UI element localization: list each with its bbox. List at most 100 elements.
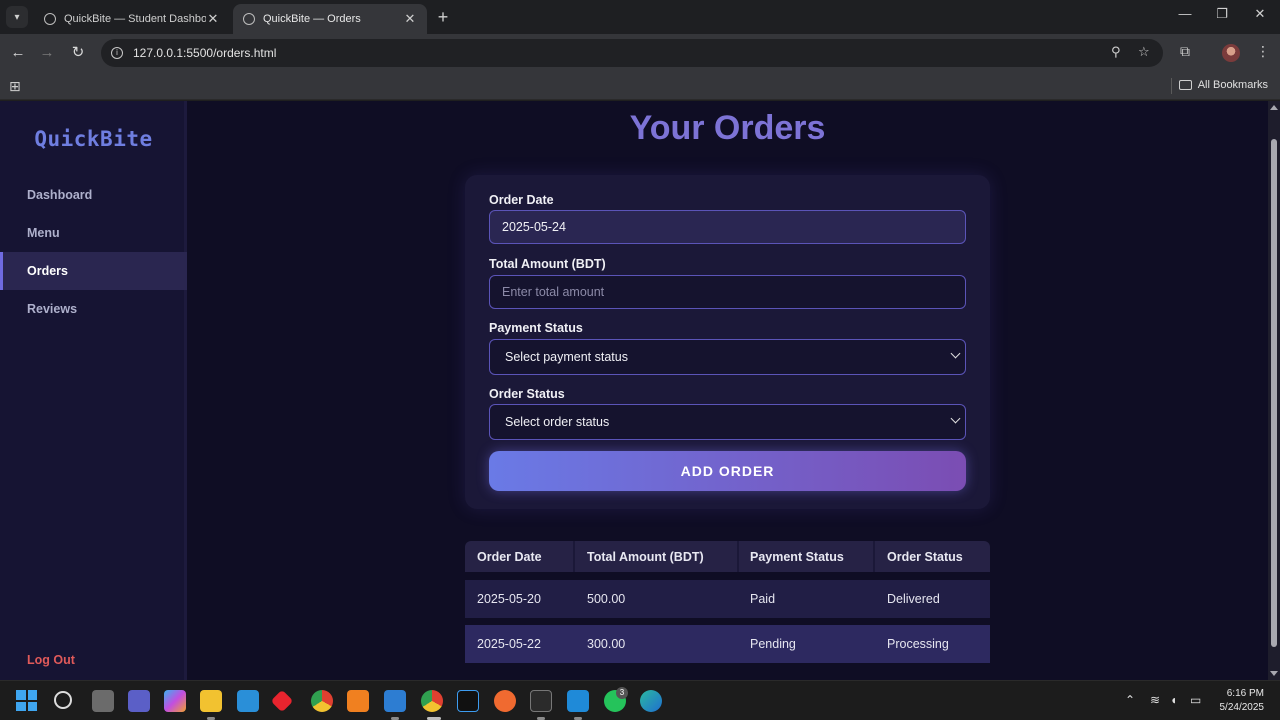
- brand-logo: QuickBite: [34, 127, 153, 151]
- photos-icon[interactable]: [384, 690, 406, 712]
- globe-icon: [243, 13, 255, 25]
- page-scrollbar[interactable]: [1268, 101, 1280, 680]
- table-cell: 300.00: [587, 637, 626, 651]
- all-bookmarks-button[interactable]: All Bookmarks: [1178, 79, 1268, 91]
- bookmarks-bar: ⊞ All Bookmarks: [0, 72, 1280, 100]
- terminal-icon[interactable]: [530, 690, 552, 712]
- profile-avatar[interactable]: [1222, 44, 1240, 62]
- sidebar-item-dashboard[interactable]: Dashboard: [0, 176, 187, 214]
- folder-icon: [1178, 80, 1192, 90]
- column-divider: [873, 541, 875, 572]
- orders-table: Order Date Total Amount (BDT) Payment St…: [465, 541, 990, 663]
- xampp-icon[interactable]: [347, 690, 369, 712]
- window-close-icon[interactable]: ✕: [1248, 6, 1272, 22]
- maximize-icon[interactable]: ❐: [1210, 6, 1234, 22]
- git-client-icon[interactable]: [270, 689, 294, 713]
- table-cell: Pending: [750, 637, 796, 651]
- address-bar[interactable]: i 127.0.0.1:5500/orders.html ⚲ ☆: [101, 39, 1163, 67]
- scroll-down-arrow-icon[interactable]: [1270, 671, 1278, 676]
- order-status-label: Order Status: [489, 387, 565, 401]
- page-viewport: QuickBite Dashboard Menu Orders Reviews …: [0, 101, 1268, 680]
- taskbar-clock[interactable]: 6:16 PM 5/24/2025: [1220, 687, 1265, 715]
- chevron-down-icon: [950, 348, 961, 359]
- copilot-icon[interactable]: [164, 690, 186, 712]
- order-date-label: Order Date: [489, 193, 554, 207]
- file-explorer-icon[interactable]: [200, 690, 222, 712]
- close-icon[interactable]: ✕: [206, 11, 220, 27]
- browser-toolbar: ← → ↻ i 127.0.0.1:5500/orders.html ⚲ ☆ ⧉…: [0, 34, 1280, 72]
- intellij-icon[interactable]: [457, 690, 479, 712]
- sidebar-nav: Dashboard Menu Orders Reviews: [0, 176, 187, 328]
- search-icon[interactable]: [54, 691, 72, 709]
- column-divider: [737, 541, 739, 572]
- tab-title: QuickBite — Orders: [263, 13, 361, 25]
- logout-link[interactable]: Log Out: [27, 653, 75, 667]
- column-divider: [573, 541, 575, 572]
- column-header: Total Amount (BDT): [587, 549, 704, 564]
- amount-input[interactable]: Enter total amount: [489, 275, 966, 309]
- menu-kebab-icon[interactable]: ⋮: [1256, 43, 1270, 60]
- postman-icon[interactable]: [494, 690, 516, 712]
- table-cell: 2025-05-20: [477, 592, 541, 606]
- close-icon[interactable]: ✕: [403, 11, 417, 27]
- wifi-icon[interactable]: ≋: [1150, 693, 1160, 707]
- volume-icon[interactable]: ◖: [1170, 693, 1177, 707]
- extensions-icon[interactable]: ⧉: [1180, 43, 1190, 60]
- tab-title: QuickBite — Student Dashboard: [64, 13, 206, 25]
- bookmark-star-icon[interactable]: ☆: [1138, 44, 1150, 60]
- bookmarks-divider: [1171, 78, 1172, 94]
- order-status-select[interactable]: Select order status: [489, 404, 966, 440]
- whatsapp-badge: 3: [616, 687, 628, 699]
- table-cell: 2025-05-22: [477, 637, 541, 651]
- amount-label: Total Amount (BDT): [489, 257, 606, 271]
- battery-icon[interactable]: ▭: [1190, 693, 1201, 707]
- edge-icon[interactable]: [640, 690, 662, 712]
- mysql-workbench-icon[interactable]: [237, 690, 259, 712]
- payment-status-label: Payment Status: [489, 321, 583, 335]
- page-title: Your Orders: [629, 109, 826, 147]
- order-date-input[interactable]: 2025-05-24: [489, 210, 966, 244]
- back-arrow-icon[interactable]: ←: [8, 43, 28, 63]
- table-cell: Delivered: [887, 592, 940, 606]
- table-cell: Paid: [750, 592, 776, 606]
- payment-status-select[interactable]: Select payment status: [489, 339, 966, 375]
- add-order-button[interactable]: ADD ORDER: [489, 451, 966, 491]
- scroll-up-arrow-icon[interactable]: [1270, 105, 1278, 110]
- column-header: Order Status: [887, 549, 963, 564]
- scrollbar-thumb[interactable]: [1271, 139, 1277, 647]
- new-tab-plus-icon[interactable]: +: [433, 7, 453, 28]
- payment-status-value: Select payment status: [505, 350, 628, 364]
- sidebar: QuickBite Dashboard Menu Orders Reviews …: [0, 101, 187, 680]
- column-header: Order Date: [477, 549, 542, 564]
- table-header: Order Date Total Amount (BDT) Payment St…: [465, 541, 990, 572]
- clock-time: 6:16 PM: [1226, 688, 1264, 699]
- sidebar-item-orders[interactable]: Orders: [0, 252, 187, 290]
- sidebar-item-menu[interactable]: Menu: [0, 214, 187, 252]
- teams-icon[interactable]: [128, 690, 150, 712]
- table-cell: Processing: [887, 637, 949, 651]
- chrome-icon[interactable]: [311, 690, 333, 712]
- tab-search-chevron-icon[interactable]: ▾: [6, 6, 28, 28]
- tab-orders[interactable]: QuickBite — Orders ✕: [233, 4, 427, 34]
- globe-icon: [44, 13, 56, 25]
- site-info-icon[interactable]: i: [111, 47, 123, 59]
- order-status-value: Select order status: [505, 415, 610, 429]
- vscode-icon[interactable]: [567, 690, 589, 712]
- tray-overflow-icon[interactable]: ⌃: [1125, 693, 1135, 707]
- url-text: 127.0.0.1:5500/orders.html: [133, 46, 277, 60]
- forward-arrow-icon[interactable]: →: [37, 43, 57, 63]
- apps-grid-icon[interactable]: ⊞: [9, 78, 21, 95]
- minimize-icon[interactable]: —: [1173, 6, 1197, 21]
- chevron-down-icon: [950, 413, 961, 424]
- chrome-profile-icon[interactable]: [421, 690, 443, 712]
- zoom-icon[interactable]: ⚲: [1111, 44, 1121, 60]
- reload-icon[interactable]: ↻: [68, 43, 88, 63]
- sidebar-item-reviews[interactable]: Reviews: [0, 290, 187, 328]
- windows-start-icon[interactable]: [16, 690, 37, 711]
- column-header: Payment Status: [750, 549, 844, 564]
- table-row: 2025-05-20 500.00 Paid Delivered: [465, 580, 990, 618]
- tab-student-dashboard[interactable]: QuickBite — Student Dashboard ✕: [34, 4, 230, 34]
- browser-tab-strip: ▾ QuickBite — Student Dashboard ✕ QuickB…: [0, 0, 1280, 34]
- task-view-icon[interactable]: [92, 690, 114, 712]
- clock-date: 5/24/2025: [1219, 702, 1265, 713]
